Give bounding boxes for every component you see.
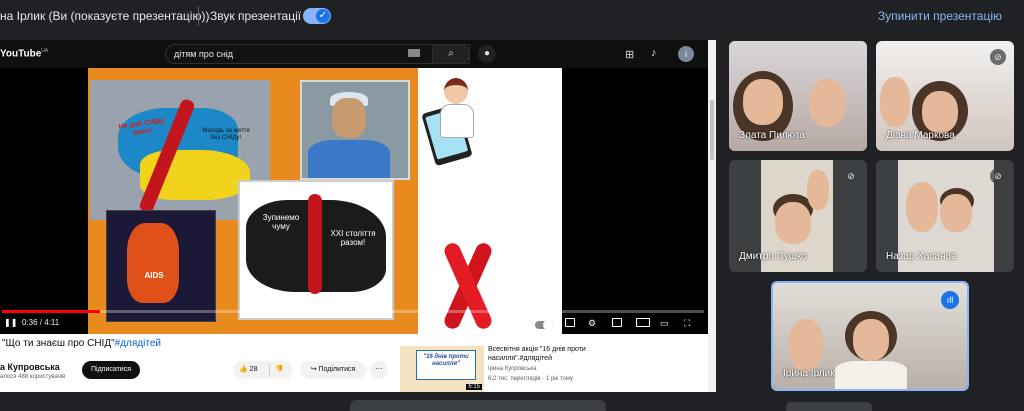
divider <box>198 6 199 26</box>
participant-tile-self[interactable]: ıll Ірина Ірлик <box>771 281 969 391</box>
participant-tile[interactable]: ⊘ Дмитро Сушко <box>729 160 867 272</box>
progress-fill <box>2 310 101 313</box>
recommended-title[interactable]: Всесвітня акція "16 днів проти насилля".… <box>488 346 648 364</box>
youtube-logo-text: YouTube <box>0 48 42 60</box>
autoplay-knob <box>543 320 553 330</box>
notification-bell-icon[interactable]: ♪ <box>651 47 657 59</box>
autoplay-toggle[interactable] <box>535 320 553 330</box>
search-button[interactable]: ⌕ <box>432 44 470 64</box>
pause-icon[interactable]: ❚❚ <box>4 318 17 327</box>
microphone-off-icon: ⊘ <box>990 49 1006 65</box>
participant-shirt <box>835 361 907 389</box>
video-title: "Що ти знаєш про СНІД"#длядітей <box>2 338 161 349</box>
check-icon: ✓ <box>316 9 330 23</box>
aids-label: AIDS <box>144 271 164 280</box>
more-options-button[interactable]: ··· <box>370 361 388 379</box>
participant-tile[interactable]: Злата Пилюта <box>729 41 867 151</box>
recommended-thumbnail[interactable]: "16 днів проти насилля" 6:15 <box>400 346 484 392</box>
create-video-icon[interactable]: ⊞ <box>625 48 634 61</box>
scrollbar[interactable] <box>708 40 716 392</box>
participant-face <box>940 194 972 232</box>
poster-aids-hand: AIDS <box>106 210 216 322</box>
meeting-top-bar: на Ірлик (Ви (показуєте презентацію)) Зв… <box>0 0 1024 32</box>
recommended-meta: 6,2 тис. переглядів · 1 рік тому <box>488 376 574 382</box>
reaction-bar[interactable] <box>350 400 606 411</box>
participant-name: Діана Маркова <box>886 130 955 141</box>
raised-hand <box>880 77 910 127</box>
video-player[interactable]: Не дай СНІДу шанс! Молодь за життя без С… <box>0 68 708 334</box>
presentation-sound-toggle[interactable]: ✓ <box>303 8 331 24</box>
miniplayer-icon[interactable] <box>612 318 622 327</box>
participant-tile[interactable]: ⊘ Діана Маркова <box>876 41 1014 151</box>
poster-text-left: Зупинемо чуму <box>262 213 300 231</box>
call-controls[interactable] <box>786 402 872 411</box>
doctor-body <box>308 140 390 178</box>
participant-name: Дмитро Сушко <box>739 251 808 262</box>
video-duration: 6:15 <box>466 384 482 390</box>
thumbnail-text: "16 днів проти насилля" <box>416 350 476 380</box>
recommended-channel[interactable]: Ірина Купровська <box>488 366 536 372</box>
microphone-icon[interactable]: ● <box>478 45 496 63</box>
raised-hand <box>807 170 829 210</box>
youtube-header: YouTubeUA дітям про снід ⌕ ● ⊞ ♪ і <box>0 40 708 68</box>
search-input[interactable]: дітям про снід <box>165 44 470 64</box>
theater-mode-icon[interactable] <box>636 318 650 327</box>
keyboard-icon[interactable] <box>408 49 420 57</box>
red-ribbon <box>308 194 322 294</box>
participant-face <box>922 91 958 133</box>
speaking-indicator-icon: ıll <box>941 291 959 309</box>
share-icon: ↪ <box>310 366 319 373</box>
thumbs-down-icon[interactable]: 👎 <box>275 361 284 379</box>
subscriber-count: алося 488 користувачів <box>0 374 66 380</box>
poster-text-right: XXI століття разом! <box>330 229 376 247</box>
microphone-off-icon: ⊘ <box>990 168 1006 184</box>
video-details: "Що ти знаєш про СНІД"#длядітей а Купров… <box>0 334 708 392</box>
raised-hand <box>789 319 823 371</box>
youtube-logo-region: UA <box>41 48 49 54</box>
settings-gear-icon[interactable]: ⚙ <box>588 318 596 329</box>
awareness-ribbon <box>420 240 510 332</box>
presentation-slide: Не дай СНІДу шанс! Молодь за життя без С… <box>88 68 562 334</box>
shared-screen: YouTubeUA дітям про снід ⌕ ● ⊞ ♪ і Не да… <box>0 40 716 392</box>
participant-face <box>743 79 783 125</box>
doctor-face <box>332 98 366 138</box>
cast-icon[interactable]: ▭ <box>660 318 669 329</box>
scrollbar-thumb[interactable] <box>710 100 714 160</box>
share-button[interactable]: ↪ Поділитися <box>300 361 366 379</box>
share-label: Поділитися <box>318 366 356 373</box>
channel-name[interactable]: а Купровська <box>0 362 60 372</box>
presentation-sound-label: Звук презентації <box>210 9 302 23</box>
subtitles-icon[interactable] <box>565 318 575 327</box>
participant-name: Назар Хасанов <box>886 251 957 262</box>
thumbs-up-icon: 👍 <box>239 366 250 373</box>
hand-shape <box>127 223 179 303</box>
presenter-label: на Ірлик (Ви (показуєте презентацію)) <box>0 9 210 23</box>
participant-face <box>775 202 811 244</box>
raised-hand <box>809 79 845 127</box>
participant-tile[interactable]: ⊘ Назар Хасанов <box>876 160 1014 272</box>
doctor-cartoon <box>421 78 490 168</box>
stop-presenting-button[interactable]: Зупинити презентацію <box>878 9 1002 23</box>
cartoon-coat <box>440 104 474 138</box>
photo-doctor <box>300 80 410 180</box>
participant-face <box>853 319 889 361</box>
fullscreen-icon[interactable]: ⛶ <box>684 318 690 329</box>
video-hashtag[interactable]: #длядітей <box>115 338 161 349</box>
subscribe-button[interactable]: Підписатися <box>82 361 140 379</box>
avatar[interactable]: і <box>678 46 694 62</box>
divider <box>269 364 270 376</box>
video-title-text: "Що ти знаєш про СНІД" <box>2 338 115 349</box>
time-display: 0:36 / 4:11 <box>22 318 60 327</box>
like-button[interactable]: 👍 28 👎 <box>233 361 293 379</box>
raised-hand <box>906 182 938 232</box>
search-icon: ⌕ <box>448 48 454 59</box>
participant-name: Злата Пилюта <box>739 130 805 141</box>
like-count: 28 <box>249 366 258 373</box>
cartoon-head <box>444 78 468 104</box>
progress-bar[interactable] <box>2 310 704 313</box>
microphone-off-icon: ⊘ <box>843 168 859 184</box>
youtube-logo[interactable]: YouTubeUA <box>0 48 48 59</box>
participant-name: Ірина Ірлик <box>783 368 835 379</box>
poster-stop-plague: Зупинемо чуму XXI століття разом! <box>238 180 394 320</box>
